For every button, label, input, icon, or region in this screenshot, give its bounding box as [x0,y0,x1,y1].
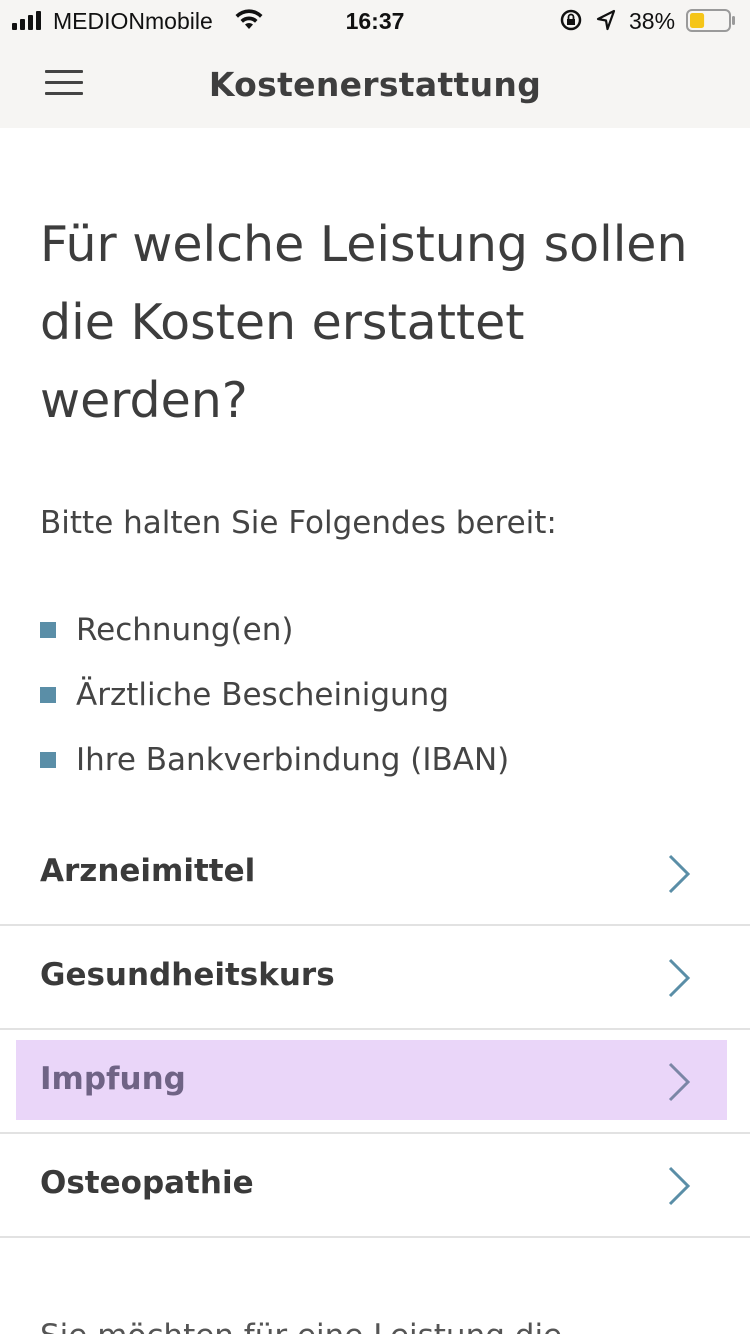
required-documents-list: Rechnung(en) Ärztliche Bescheinigung Ihr… [40,608,720,803]
instruction-text: Bitte halten Sie Folgendes bereit: [40,505,557,541]
chevron-right-icon [668,958,691,998]
screen: MEDIONmobile 16:37 38% Kostenerstattung … [0,0,750,1334]
status-bar: MEDIONmobile 16:37 38% [0,0,750,42]
bullet-square-icon [40,687,56,703]
rotation-lock-icon [560,9,582,31]
list-item-label: Rechnung(en) [76,612,294,648]
option-label: Impfung [40,1061,186,1097]
bullet-square-icon [40,622,56,638]
chevron-right-icon [668,1166,691,1206]
list-item: Ihre Bankverbindung (IBAN) [40,738,720,803]
chevron-right-icon [668,854,691,894]
page-title: Kostenerstattung [208,65,542,104]
list-item: Rechnung(en) [40,608,720,673]
navigation-bar: Kostenerstattung [0,42,750,128]
footer-text: Sie möchten für eine Leistung die [40,1318,562,1334]
bullet-square-icon [40,752,56,768]
option-osteopathie[interactable]: Osteopathie [0,1134,750,1238]
list-item: Ärztliche Bescheinigung [40,673,720,738]
battery-percent: 38% [629,8,676,34]
list-item-label: Ihre Bankverbindung (IBAN) [76,742,510,778]
question-heading: Für welche Leistung sollen die Kosten er… [40,216,688,429]
option-gesundheitskurs[interactable]: Gesundheitskurs [0,926,750,1030]
service-options-list: Arzneimittel Gesundheitskurs Impfung Ost… [0,822,750,1238]
option-label: Arzneimittel [40,853,256,889]
battery-icon [686,9,735,32]
chevron-right-icon [668,1062,691,1102]
list-item-label: Ärztliche Bescheinigung [76,677,449,713]
option-label: Gesundheitskurs [40,957,335,993]
option-arzneimittel[interactable]: Arzneimittel [0,822,750,926]
option-label: Osteopathie [40,1165,254,1201]
option-impfung[interactable]: Impfung [0,1030,750,1134]
location-icon [596,9,616,31]
